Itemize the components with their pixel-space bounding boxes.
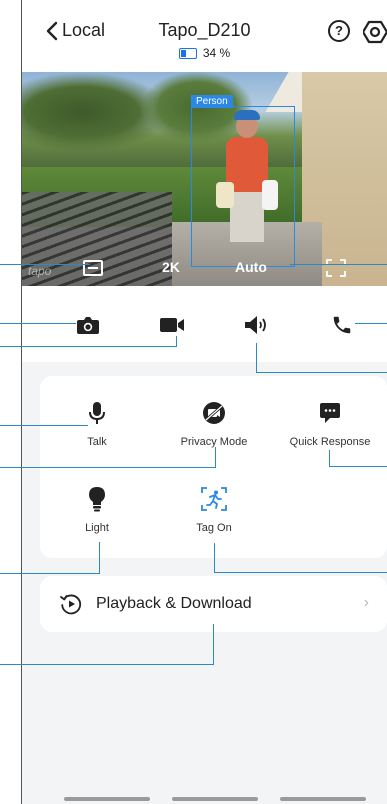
running-person-icon: [164, 486, 264, 512]
help-button[interactable]: ?: [328, 20, 350, 42]
video-control-bar: tapo 2K Auto: [22, 258, 387, 286]
night-mode-toggle[interactable]: Auto: [235, 259, 267, 275]
split-view-icon[interactable]: [83, 260, 103, 276]
chat-bubble-icon: [280, 400, 380, 426]
nav-bar-segment: [64, 797, 150, 801]
lightbulb-icon: [47, 486, 147, 512]
quick-response-label: Quick Response: [289, 436, 371, 448]
nav-bar-segment: [280, 797, 366, 801]
top-header: Local Tapo_D210 34 % ?: [22, 0, 387, 70]
talk-button[interactable]: Talk: [47, 400, 147, 448]
tag-on-label: Tag On: [196, 522, 232, 534]
action-toolbar: [22, 286, 387, 362]
quick-response-button[interactable]: Quick Response: [280, 400, 380, 448]
live-video-feed[interactable]: Person: [22, 72, 387, 286]
talk-label: Talk: [87, 436, 107, 448]
light-label: Light: [85, 522, 109, 534]
person-detection-box: [191, 106, 295, 267]
privacy-mode-button[interactable]: Privacy Mode: [164, 400, 264, 448]
watermark-logo: tapo: [28, 264, 52, 278]
tag-on-button[interactable]: Tag On: [164, 486, 264, 534]
settings-gear-icon[interactable]: [363, 20, 387, 44]
battery-status: 34 %: [22, 46, 387, 60]
playback-label: Playback & Download: [96, 595, 252, 612]
camera-icon[interactable]: [75, 314, 101, 336]
speaker-icon[interactable]: [242, 314, 268, 336]
light-button[interactable]: Light: [47, 486, 147, 534]
battery-icon: [178, 47, 197, 59]
chevron-right-icon: ›: [363, 594, 369, 611]
privacy-mode-label: Privacy Mode: [180, 436, 248, 448]
privacy-off-icon: [164, 400, 264, 426]
phone-icon[interactable]: [329, 314, 355, 336]
microphone-icon: [47, 400, 147, 426]
detection-label: Person: [191, 95, 233, 108]
fullscreen-icon[interactable]: [326, 259, 346, 277]
playback-history-icon: [60, 594, 82, 615]
nav-bar-segment: [172, 797, 258, 801]
video-record-icon[interactable]: [159, 314, 185, 336]
resolution-toggle[interactable]: 2K: [162, 259, 180, 275]
battery-level: 34 %: [202, 46, 231, 60]
